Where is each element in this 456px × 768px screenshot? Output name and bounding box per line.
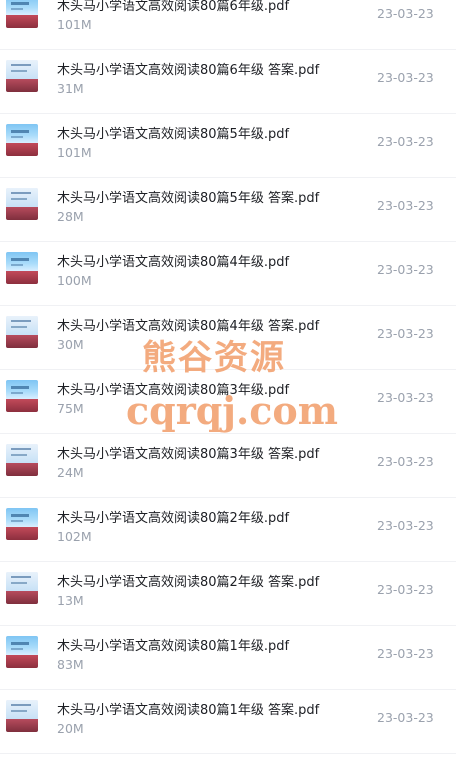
file-date: 23-03-23 — [377, 70, 434, 85]
file-size: 75M — [57, 401, 84, 416]
file-row[interactable]: 木头马小学语文高效阅读80篇5年级 答案.pdf 28M 23-03-23 — [0, 178, 456, 242]
file-date: 23-03-23 — [377, 582, 434, 597]
pdf-thumbnail — [6, 700, 38, 732]
file-size: 30M — [57, 337, 84, 352]
file-size: 24M — [57, 465, 84, 480]
file-name: 木头马小学语文高效阅读80篇2年级 答案.pdf — [57, 575, 320, 590]
file-list: 木头马小学语文高效阅读80篇6年级.pdf 101M 23-03-23 木头马小… — [0, 0, 456, 768]
file-row[interactable]: 木头马小学语文高效阅读80篇2年级 答案.pdf 13M 23-03-23 — [0, 562, 456, 626]
file-date: 23-03-23 — [377, 710, 434, 725]
file-date: 23-03-23 — [377, 134, 434, 149]
file-date: 23-03-23 — [377, 518, 434, 533]
file-size: 13M — [57, 593, 84, 608]
file-size: 20M — [57, 721, 84, 736]
file-name: 木头马小学语文高效阅读80篇3年级 答案.pdf — [57, 447, 320, 462]
file-size: 101M — [57, 145, 92, 160]
file-row[interactable]: 木头马小学语文高效阅读80篇1年级.pdf 83M 23-03-23 — [0, 626, 456, 690]
pdf-thumbnail — [6, 124, 38, 156]
file-date: 23-03-23 — [377, 390, 434, 405]
file-name: 木头马小学语文高效阅读80篇6年级 答案.pdf — [57, 63, 320, 78]
file-date: 23-03-23 — [377, 198, 434, 213]
pdf-thumbnail — [6, 636, 38, 668]
file-row[interactable]: 木头马小学语文高效阅读80篇6年级 答案.pdf 31M 23-03-23 — [0, 50, 456, 114]
file-name: 木头马小学语文高效阅读80篇6年级.pdf — [57, 0, 290, 14]
file-date: 23-03-23 — [377, 6, 434, 21]
file-name: 木头马小学语文高效阅读80篇4年级.pdf — [57, 255, 290, 270]
watermark-url: cqrqj.com — [126, 388, 338, 433]
pdf-thumbnail — [6, 0, 38, 28]
file-size: 83M — [57, 657, 84, 672]
pdf-thumbnail — [6, 60, 38, 92]
file-size: 102M — [57, 529, 92, 544]
file-date: 23-03-23 — [377, 262, 434, 277]
pdf-thumbnail — [6, 572, 38, 604]
file-row[interactable]: 木头马小学语文高效阅读80篇4年级.pdf 100M 23-03-23 — [0, 242, 456, 306]
file-size: 28M — [57, 209, 84, 224]
pdf-thumbnail — [6, 508, 38, 540]
file-name: 木头马小学语文高效阅读80篇2年级.pdf — [57, 511, 290, 526]
file-row[interactable]: 木头马小学语文高效阅读80篇1年级 答案.pdf 20M 23-03-23 — [0, 690, 456, 754]
pdf-thumbnail — [6, 316, 38, 348]
pdf-thumbnail — [6, 252, 38, 284]
pdf-thumbnail — [6, 444, 38, 476]
file-name: 木头马小学语文高效阅读80篇1年级 答案.pdf — [57, 703, 320, 718]
file-size: 100M — [57, 273, 92, 288]
file-row[interactable]: 木头马小学语文高效阅读80篇6年级.pdf 101M 23-03-23 — [0, 0, 456, 50]
file-name: 木头马小学语文高效阅读80篇5年级.pdf — [57, 127, 290, 142]
file-row[interactable]: 木头马小学语文高效阅读80篇2年级.pdf 102M 23-03-23 — [0, 498, 456, 562]
file-name: 木头马小学语文高效阅读80篇5年级 答案.pdf — [57, 191, 320, 206]
pdf-thumbnail — [6, 188, 38, 220]
watermark-title: 熊谷资源 — [142, 338, 286, 378]
file-date: 23-03-23 — [377, 326, 434, 341]
file-date: 23-03-23 — [377, 646, 434, 661]
file-row[interactable]: 木头马小学语文高效阅读80篇5年级.pdf 101M 23-03-23 — [0, 114, 456, 178]
file-row[interactable]: 木头马小学语文高效阅读80篇3年级 答案.pdf 24M 23-03-23 — [0, 434, 456, 498]
file-date: 23-03-23 — [377, 454, 434, 469]
pdf-thumbnail — [6, 380, 38, 412]
file-size: 101M — [57, 17, 92, 32]
file-size: 31M — [57, 81, 84, 96]
file-name: 木头马小学语文高效阅读80篇1年级.pdf — [57, 639, 290, 654]
